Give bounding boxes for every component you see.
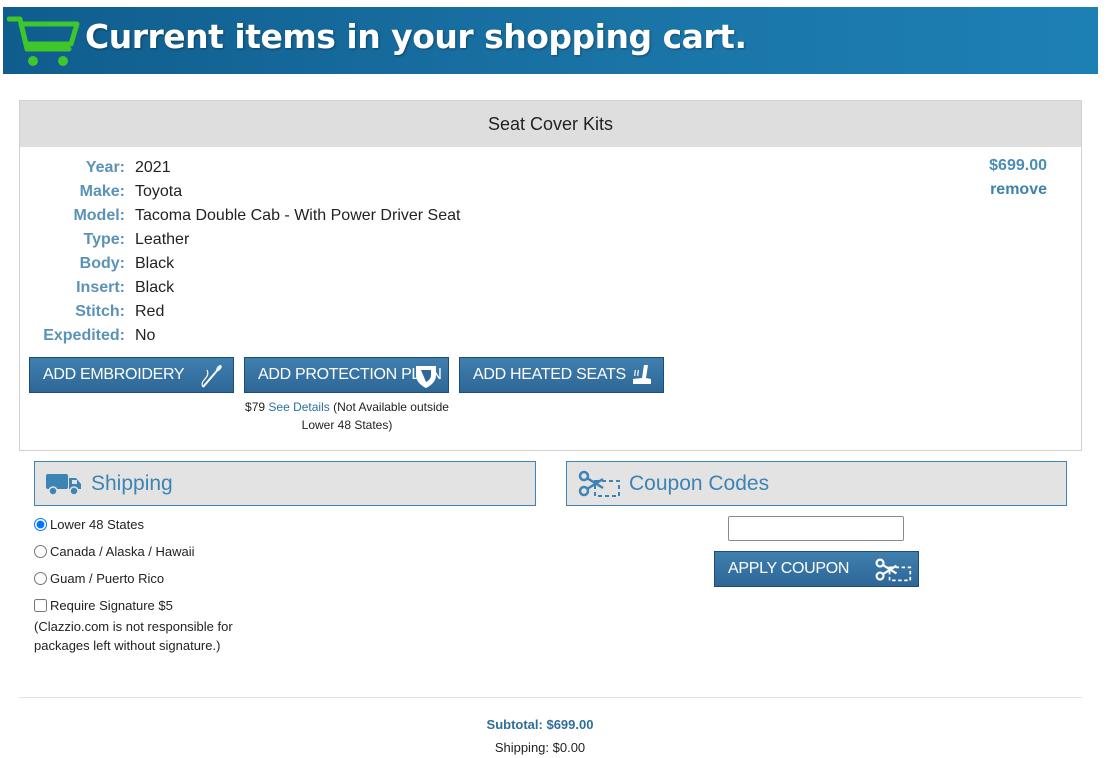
item-price: $699.00 (989, 157, 1047, 174)
spec-label: Body: (79, 255, 125, 272)
spec-value: Tacoma Double Cab - With Power Driver Se… (135, 207, 461, 224)
shipping-option-canada[interactable]: Canada / Alaska / Hawaii (34, 544, 195, 559)
coupon-scissors-icon (578, 470, 620, 497)
spec-row-model: Model: Tacoma Double Cab - With Power Dr… (20, 204, 460, 228)
shipping-total: Shipping: $0.00 (494, 740, 586, 755)
subtotal: Subtotal: $699.00 (486, 717, 594, 732)
spec-row-type: Type: Leather (20, 228, 460, 252)
signature-checkbox[interactable] (34, 599, 47, 612)
add-protection-plan-button[interactable]: ADD PROTECTION PLAN (244, 357, 449, 393)
shipping-header: Shipping (34, 461, 536, 506)
shopping-cart-icon (7, 16, 80, 66)
signature-note: (Clazzio.com is not responsible for pack… (34, 619, 233, 653)
spec-row-expedited: Expedited: No (20, 324, 460, 348)
spec-row-insert: Insert: Black (20, 276, 460, 300)
coupon-title: Coupon Codes (629, 471, 770, 495)
spec-row-year: Year: 2021 (20, 156, 460, 180)
heated-seat-icon (633, 365, 651, 384)
cart-item-specs: Year: 2021 Make: Toyota Model: Tacoma Do… (20, 156, 460, 348)
spec-label: Expedited: (43, 327, 125, 344)
shipping-option-guam[interactable]: Guam / Puerto Rico (34, 571, 164, 586)
shipping-title: Shipping (91, 471, 173, 495)
coupon-header: Coupon Codes (566, 461, 1067, 506)
spec-value: Toyota (135, 183, 183, 200)
shipping-option-label: Lower 48 States (50, 517, 144, 532)
add-heated-seats-button[interactable]: ADD HEATED SEATS (459, 357, 664, 393)
shipping-option-label: Guam / Puerto Rico (50, 571, 165, 586)
cart-banner: Current items in your shopping cart. (3, 7, 1098, 74)
add-embroidery-label: ADD EMBROIDERY (43, 366, 185, 383)
needle-thread-icon (201, 365, 222, 388)
add-heated-seats-label: ADD HEATED SEATS (473, 366, 626, 383)
apply-coupon-button[interactable]: APPLY COUPON (714, 551, 919, 587)
spec-row-stitch: Stitch: Red (20, 300, 460, 324)
signature-option[interactable]: Require Signature $5 (34, 598, 173, 613)
banner-title: Current items in your shopping cart. (85, 17, 747, 56)
spec-value: Leather (135, 231, 190, 248)
apply-coupon-label: APPLY COUPON (728, 560, 850, 577)
truck-icon (46, 473, 81, 496)
spec-label: Stitch: (75, 303, 125, 320)
totals-divider (19, 697, 1082, 698)
shipping-radio-guam[interactable] (34, 572, 47, 585)
spec-value: No (135, 327, 156, 344)
spec-value: Black (135, 279, 175, 296)
spec-row-make: Make: Toyota (20, 180, 460, 204)
cart-item-category: Seat Cover Kits (20, 101, 1081, 147)
shipping-option-lower48[interactable]: Lower 48 States (34, 517, 144, 532)
see-details-link[interactable]: See Details (268, 400, 329, 414)
spec-label: Year: (85, 159, 125, 176)
shipping-radio-lower48[interactable] (34, 518, 47, 531)
plan-price: $79 (245, 400, 266, 414)
shipping-radio-canada[interactable] (34, 545, 47, 558)
remove-link[interactable]: remove (990, 181, 1047, 199)
cart-item-card: Seat Cover Kits Year: 2021 Make: Toyota … (19, 100, 1082, 451)
protection-plan-note: $79 See Details (Not Available outside L… (242, 398, 452, 434)
spec-label: Type: (83, 231, 125, 248)
spec-row-body: Body: Black (20, 252, 460, 276)
spec-label: Insert: (76, 279, 125, 296)
shipping-option-label: Canada / Alaska / Hawaii (50, 544, 195, 559)
coupon-input[interactable] (728, 516, 904, 541)
shield-icon (416, 366, 436, 388)
add-embroidery-button[interactable]: ADD EMBROIDERY (29, 357, 234, 393)
spec-label: Model: (73, 207, 125, 224)
spec-value: 2021 (135, 159, 171, 176)
spec-value: Red (135, 303, 165, 320)
spec-value: Black (135, 255, 175, 272)
signature-label: Require Signature $5 (50, 598, 173, 613)
coupon-scissors-icon (875, 558, 912, 582)
spec-label: Make: (79, 183, 125, 200)
